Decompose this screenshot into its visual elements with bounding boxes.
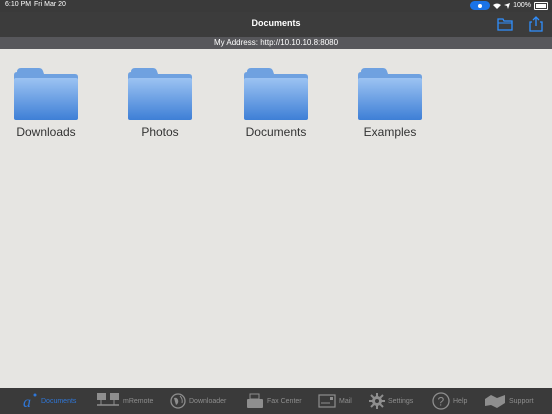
folder-item-photos[interactable]: Photos: [110, 60, 210, 139]
folder-label: Examples: [363, 125, 417, 139]
wifi-icon: [493, 3, 502, 9]
tab-fax-center[interactable]: Fax Center: [246, 388, 302, 414]
svg-text:?: ?: [438, 395, 445, 409]
folder-icon: [128, 68, 192, 120]
tab-mremote[interactable]: mRemote: [96, 388, 153, 414]
folder-icon: [358, 68, 422, 120]
tab-label: Support: [509, 397, 534, 405]
tab-bar: a Documents mRemote Downloader Fax Cente…: [0, 388, 552, 414]
battery-icon: [534, 1, 548, 10]
navigation-bar: Documents: [0, 12, 552, 37]
tab-label: Mail: [339, 397, 352, 405]
support-icon: [485, 395, 505, 408]
folder-label: Downloads: [16, 125, 76, 139]
fax-icon: [247, 393, 263, 408]
globe-icon: [170, 393, 186, 409]
documents-icon: a: [23, 393, 37, 410]
tab-documents[interactable]: a Documents: [22, 388, 76, 414]
gear-icon: [369, 393, 385, 409]
bluetooth-icon: [470, 1, 491, 10]
tab-help[interactable]: ? Help: [432, 388, 467, 414]
new-folder-icon[interactable]: [497, 16, 513, 32]
folder-item-downloads[interactable]: Downloads: [0, 60, 96, 139]
folder-icon: [14, 68, 78, 120]
tab-label: Help: [453, 397, 468, 405]
tab-label: Settings: [388, 397, 414, 405]
tab-support[interactable]: Support: [484, 388, 534, 414]
folder-item-examples[interactable]: Examples: [340, 60, 440, 139]
page-title: Documents: [251, 18, 301, 28]
folder-label: Documents: [245, 125, 307, 139]
help-icon: ?: [432, 392, 450, 410]
status-bar: 6:10 PM Fri Mar 20 100%: [0, 0, 552, 12]
folder-grid: Downloads Photos Documents Examples: [0, 60, 552, 160]
battery-percent: 100%: [513, 2, 531, 9]
tab-label: mRemote: [123, 397, 154, 405]
network-icon: [97, 393, 119, 406]
tab-label: Downloader: [189, 397, 227, 405]
tab-label: Fax Center: [267, 397, 302, 405]
folder-label: Photos: [141, 125, 179, 139]
status-date: Fri Mar 20: [34, 1, 66, 8]
svg-text:a: a: [23, 394, 31, 410]
status-time: 6:10 PM: [5, 1, 32, 8]
tab-mail[interactable]: Mail: [318, 388, 352, 414]
status-right: 100%: [470, 1, 548, 10]
tab-label: Documents: [41, 397, 77, 405]
tab-settings[interactable]: Settings: [369, 388, 413, 414]
mail-icon: [318, 394, 336, 408]
share-icon[interactable]: [528, 16, 544, 32]
location-icon: [504, 2, 511, 9]
tab-downloader[interactable]: Downloader: [170, 388, 226, 414]
server-address: My Address: http://10.10.10.8:8080: [0, 37, 552, 49]
folder-icon: [244, 68, 308, 120]
folder-item-documents[interactable]: Documents: [226, 60, 326, 139]
